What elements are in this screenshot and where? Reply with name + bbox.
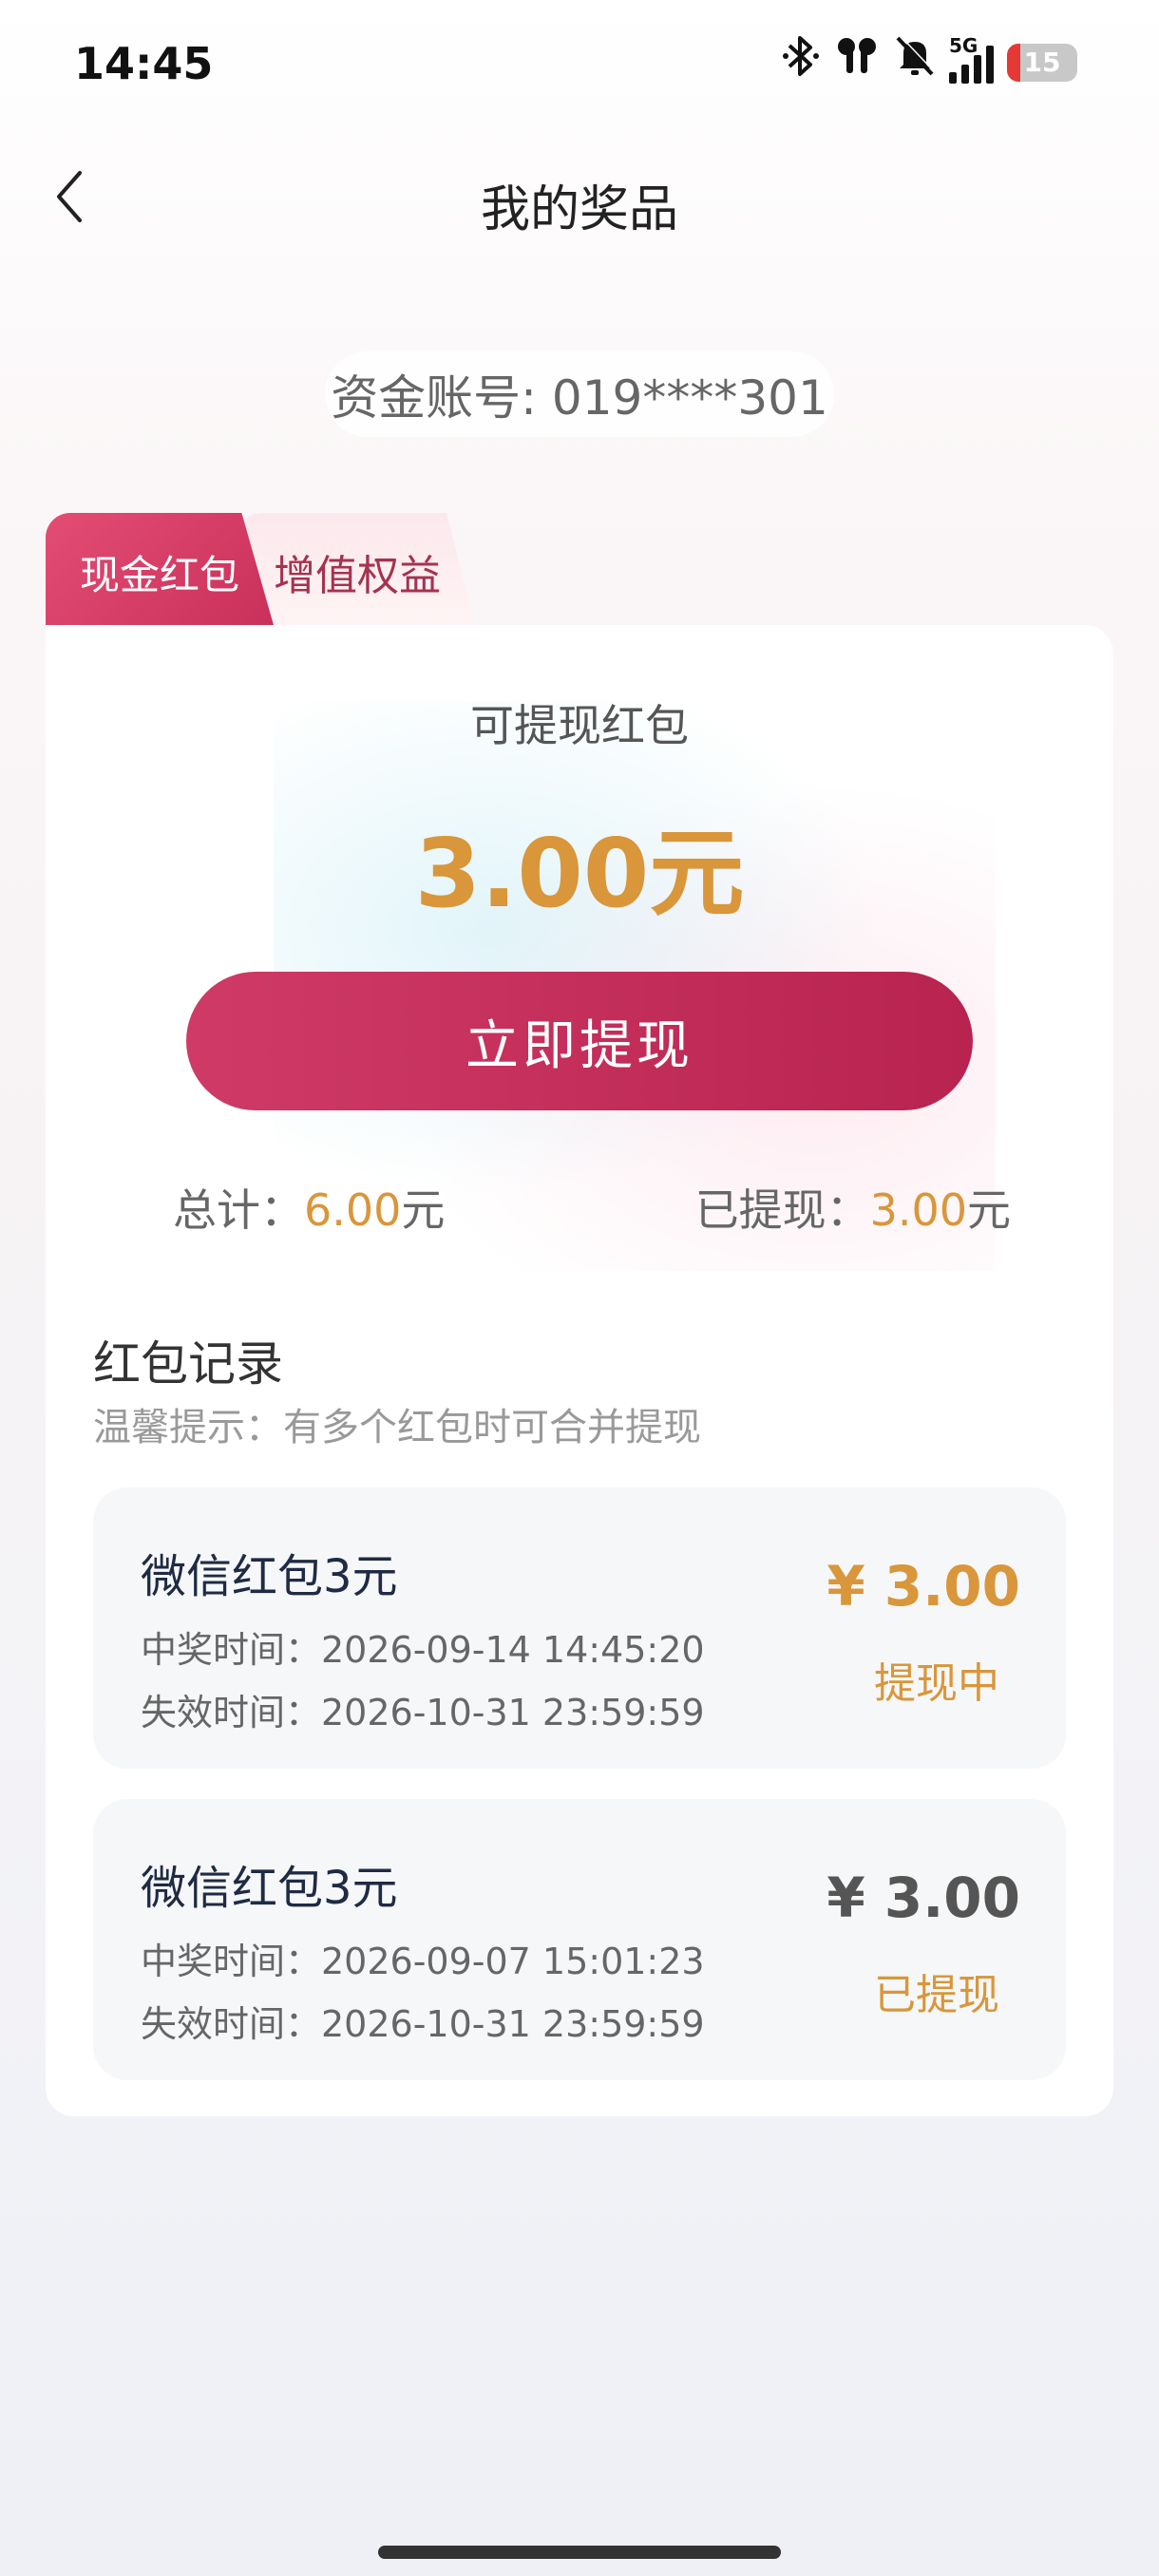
withdrawn-unit: 元 — [967, 1184, 1011, 1236]
signal-bar — [986, 45, 994, 84]
record-item[interactable]: 微信红包3元 中奖时间：2026-09-07 15:01:23 失效时间：202… — [93, 1799, 1066, 2080]
battery-icon: 15 — [1007, 43, 1077, 82]
record-item[interactable]: 微信红包3元 中奖时间：2026-09-14 14:45:20 失效时间：202… — [93, 1487, 1066, 1769]
record-amount: ¥ 3.00 — [826, 1866, 1020, 1930]
bluetooth-icon — [782, 34, 820, 90]
status-bar: 14:45 5G 15 — [0, 0, 1159, 123]
signal-bar — [974, 54, 981, 84]
record-win-time: 中奖时间：2026-09-07 15:01:23 — [141, 1941, 705, 1982]
signal-bar — [949, 71, 957, 84]
signal-bar — [961, 64, 969, 84]
record-expire-time: 失效时间：2026-10-31 23:59:59 — [141, 1692, 705, 1733]
network-label: 5G — [949, 33, 978, 57]
status-icons: 5G 15 — [782, 34, 1077, 90]
withdrawn-summary: 已提现：3.00元 — [695, 1176, 1011, 1239]
record-name: 微信红包3元 — [141, 1550, 398, 1603]
records-title: 红包记录 — [93, 1336, 283, 1392]
record-expire-time: 失效时间：2026-10-31 23:59:59 — [141, 2003, 705, 2045]
withdrawn-label: 已提现： — [694, 1184, 870, 1236]
records-tip: 温馨提示：有多个红包时可合并提现 — [93, 1406, 701, 1449]
record-status: 已提现 — [874, 1971, 999, 2019]
earbuds-icon — [833, 34, 881, 90]
tab-cash-red-packet-label[interactable]: 现金红包 — [80, 543, 239, 601]
record-win-time: 中奖时间：2026-09-14 14:45:20 — [141, 1629, 705, 1671]
battery-percent: 15 — [1023, 47, 1061, 78]
total-unit: 元 — [401, 1184, 446, 1236]
mute-bell-icon — [894, 34, 936, 90]
withdrawable-amount: 3.00元 — [414, 818, 745, 929]
status-time: 14:45 — [74, 38, 214, 89]
withdrawn-value: 3.00 — [869, 1184, 967, 1236]
account-number: 资金账号: 019****301 — [325, 351, 834, 437]
withdrawable-label: 可提现红包 — [470, 700, 689, 751]
total-summary: 总计：6.00元 — [173, 1176, 445, 1239]
withdraw-now-button[interactable]: 立即提现 — [186, 972, 973, 1110]
tab-value-added-benefits-label[interactable]: 增值权益 — [274, 541, 441, 602]
battery-level — [1007, 43, 1020, 82]
total-label: 总计： — [173, 1184, 304, 1236]
home-indicator[interactable] — [378, 2546, 781, 2559]
total-value: 6.00 — [304, 1184, 402, 1236]
page-title: 我的奖品 — [480, 181, 678, 238]
record-amount: ¥ 3.00 — [826, 1554, 1020, 1619]
red-packet-card: 可提现红包 3.00元 立即提现 总计：6.00元 已提现：3.00元 红包记录… — [46, 625, 1113, 2116]
record-name: 微信红包3元 — [141, 1862, 398, 1915]
signal-5g-icon: 5G — [949, 34, 994, 84]
record-status: 提现中 — [874, 1659, 999, 1708]
